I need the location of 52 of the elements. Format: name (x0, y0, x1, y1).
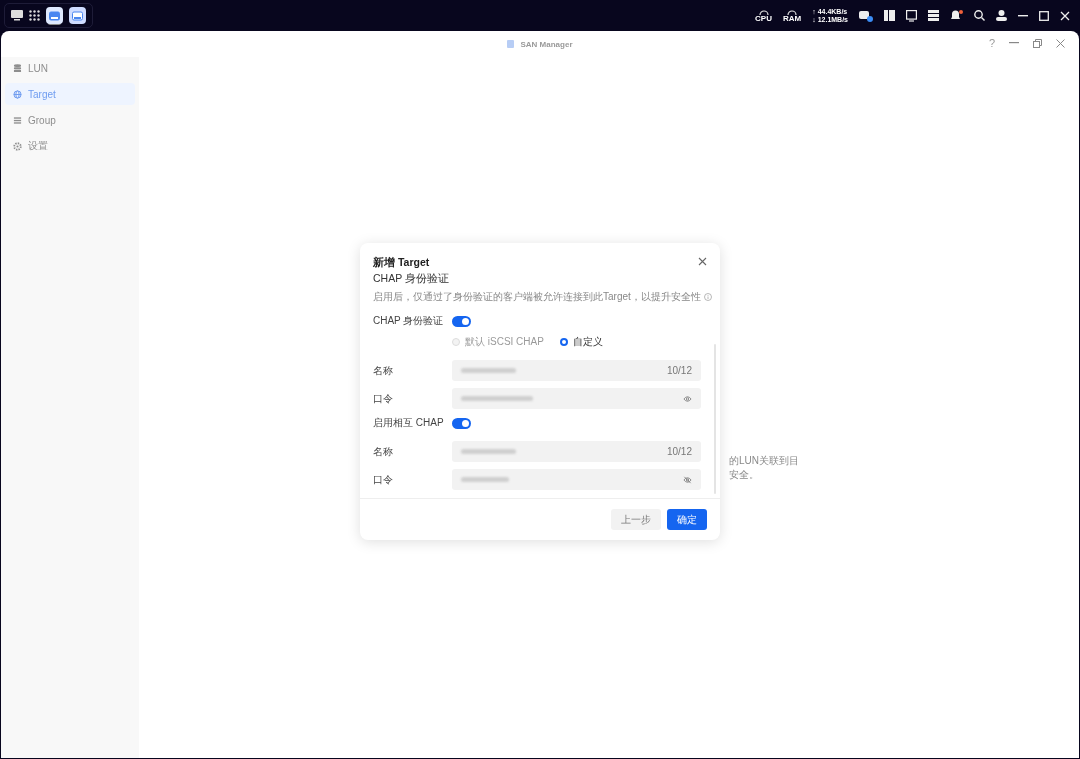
search-icon[interactable] (974, 10, 985, 21)
restore-icon[interactable] (1033, 38, 1042, 48)
dialog-subtitle: CHAP 身份验证 (373, 272, 450, 286)
gauge-icon[interactable] (757, 8, 770, 15)
drive-icon[interactable] (859, 9, 873, 22)
gear-icon (13, 141, 22, 151)
field-label: CHAP 身份验证 (373, 314, 445, 328)
eye-off-icon[interactable] (683, 475, 692, 484)
back-button[interactable]: 上一步 (611, 509, 661, 530)
minimize-icon[interactable] (1018, 14, 1028, 17)
background-text: 的LUN关联到目 (729, 454, 799, 468)
maximize-icon[interactable] (1039, 10, 1049, 21)
meter-label: CPU (755, 15, 772, 23)
window-title: SAN Manager (520, 39, 573, 49)
gauge-icon[interactable] (786, 8, 799, 15)
globe-icon (13, 89, 22, 99)
meter-label: RAM (783, 15, 802, 23)
apps-grid-icon[interactable] (29, 10, 40, 21)
field-label: 口令 (373, 391, 394, 406)
sidebar-item[interactable]: 设置 (5, 135, 135, 157)
desktop-icon[interactable] (11, 10, 23, 21)
user-icon[interactable] (996, 10, 1007, 21)
help-button[interactable]: ? (988, 37, 995, 49)
app-icon (507, 40, 515, 48)
sidebar-item[interactable]: LUN (5, 57, 135, 79)
database-icon (13, 63, 22, 73)
field-label: 名称 (373, 444, 394, 459)
sidebar-item[interactable]: Target (5, 83, 135, 105)
field-label: 口令 (373, 472, 394, 487)
close-button[interactable] (697, 256, 708, 267)
description-text: 启用后，仅通过了身份验证的客户端被允许连接到此Target，以提升安全性 (373, 290, 701, 304)
dialog-title: 新增 Target (373, 256, 431, 270)
toggle-switch[interactable] (452, 315, 471, 327)
list-icon (13, 115, 22, 125)
radio-option[interactable]: 自定义 (559, 335, 603, 349)
app-icon[interactable] (69, 7, 86, 24)
eye-icon[interactable] (683, 394, 692, 403)
server-icon[interactable] (928, 10, 939, 21)
book-icon[interactable] (884, 10, 895, 21)
password-field[interactable] (452, 388, 701, 409)
field-label: 名称 (373, 363, 394, 378)
background-text: 安全。 (729, 468, 760, 482)
name-field[interactable]: 10/12 (452, 441, 701, 462)
password-field[interactable] (452, 469, 701, 490)
bell-icon[interactable] (950, 9, 963, 22)
app-icon[interactable] (46, 7, 63, 24)
toggle-switch[interactable] (452, 417, 471, 429)
sidebar-item[interactable]: Group (5, 109, 135, 131)
name-field[interactable]: 10/12 (452, 360, 701, 381)
confirm-button[interactable]: 确定 (667, 509, 707, 530)
monitor-icon[interactable] (906, 9, 917, 22)
field-label: 启用相互 CHAP (373, 416, 445, 430)
